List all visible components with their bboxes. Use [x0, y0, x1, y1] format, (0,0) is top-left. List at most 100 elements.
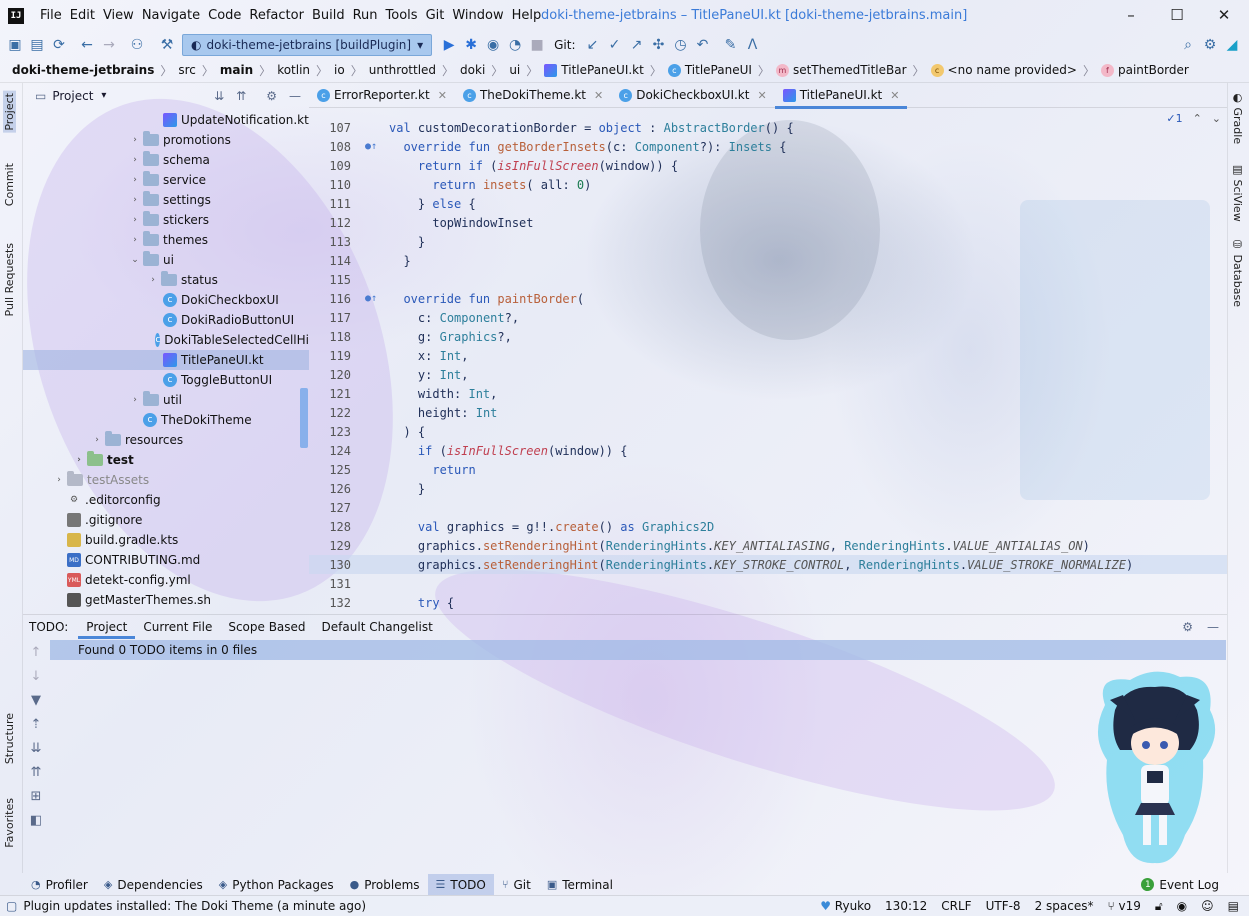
code-line[interactable]: 122 height: Int: [309, 403, 1227, 422]
sync-icon[interactable]: ⟳: [48, 34, 70, 56]
run-icon[interactable]: ▶: [438, 34, 460, 56]
event-log-tool-tab[interactable]: 1 Event Log: [1133, 874, 1227, 895]
coverage-icon[interactable]: ◉: [482, 34, 504, 56]
autoscroll-icon[interactable]: ⇡: [23, 712, 49, 736]
git-branch-indicator[interactable]: ⑂ v19: [1107, 899, 1140, 913]
chevron-right-icon[interactable]: ›: [129, 235, 141, 245]
todo-tab-default-changelist[interactable]: Default Changelist: [314, 615, 441, 639]
line-number[interactable]: 132: [309, 596, 353, 610]
terminal-tool-tab[interactable]: ▣ Terminal: [539, 874, 621, 895]
antlr-icon[interactable]: Λ: [742, 34, 764, 56]
filter-icon[interactable]: ▼: [23, 688, 49, 712]
hide-panel-icon[interactable]: —: [289, 89, 301, 103]
code-line[interactable]: 109 return if (isInFullScreen(window)) {: [309, 156, 1227, 175]
chevron-down-icon[interactable]: ▾: [101, 90, 106, 101]
menu-window[interactable]: Window: [448, 8, 507, 23]
breadcrumb-item[interactable]: kotlin: [277, 63, 310, 77]
build-hammer-icon[interactable]: ⚒: [156, 34, 178, 56]
code-line[interactable]: 130 graphics.setRenderingHint(RenderingH…: [309, 555, 1227, 574]
search-icon[interactable]: ⌕: [1177, 34, 1199, 56]
tree-item[interactable]: › schema: [23, 150, 309, 170]
settings-gear-icon[interactable]: ⚙: [1199, 34, 1221, 56]
breadcrumb-item[interactable]: c <no name provided>: [930, 63, 1077, 77]
status-message[interactable]: ▢ Plugin updates installed: The Doki The…: [6, 899, 366, 913]
chevron-right-icon[interactable]: ›: [129, 215, 141, 225]
code-line[interactable]: 126 }: [309, 479, 1227, 498]
code-line[interactable]: 128 val graphics = g!!.create() as Graph…: [309, 517, 1227, 536]
menu-code[interactable]: Code: [204, 8, 245, 23]
arrow-down-icon[interactable]: ↓: [23, 664, 49, 688]
menu-git[interactable]: Git: [422, 8, 449, 23]
collapse-all-icon[interactable]: ⇈: [23, 760, 49, 784]
code-line[interactable]: 127: [309, 498, 1227, 517]
user-dropdown-icon[interactable]: ⚇: [126, 34, 148, 56]
code-line[interactable]: 112 topWindowInset: [309, 213, 1227, 232]
tree-item[interactable]: c TheDokiTheme: [23, 410, 309, 430]
settings-gear-icon[interactable]: ⚙: [1182, 620, 1193, 634]
code-line[interactable]: 118 g: Graphics?,: [309, 327, 1227, 346]
debug-icon[interactable]: ✱: [460, 34, 482, 56]
tree-item[interactable]: › themes: [23, 230, 309, 250]
history-icon[interactable]: ◷: [670, 34, 692, 56]
edit-config-icon[interactable]: ✎: [720, 34, 742, 56]
sciview-tool-tab[interactable]: ▤ SciView: [1231, 163, 1244, 222]
code-line[interactable]: 132 try {: [309, 593, 1227, 612]
override-marker-icon[interactable]: ●↑: [353, 293, 389, 304]
chevron-right-icon[interactable]: ›: [91, 435, 103, 445]
line-number[interactable]: 107: [309, 121, 353, 135]
override-marker-icon[interactable]: ●↑: [353, 141, 389, 152]
hide-panel-icon[interactable]: —: [1207, 620, 1219, 634]
lock-icon[interactable]: 🔓︎: [1155, 899, 1163, 914]
file-encoding[interactable]: UTF-8: [986, 899, 1021, 913]
close-tab-icon[interactable]: ✕: [890, 89, 899, 102]
problems-tool-tab[interactable]: ● Problems: [342, 874, 428, 895]
line-number[interactable]: 109: [309, 159, 353, 173]
project-tool-tab[interactable]: Project: [3, 91, 16, 133]
tree-item[interactable]: › service: [23, 170, 309, 190]
breadcrumb-item[interactable]: main: [220, 63, 253, 77]
back-arrow-icon[interactable]: ←: [76, 34, 98, 56]
todo-result-row[interactable]: Found 0 TODO items in 0 files: [50, 640, 1226, 660]
line-number[interactable]: 131: [309, 577, 353, 591]
intellij-logo-icon[interactable]: IJ: [8, 7, 24, 24]
caret-position[interactable]: 130:12: [885, 899, 927, 913]
line-number[interactable]: 120: [309, 368, 353, 382]
expand-all-icon[interactable]: ⇊: [214, 89, 224, 103]
commit-tool-tab[interactable]: Commit: [3, 163, 16, 206]
hector-icon[interactable]: ☺: [1201, 899, 1214, 913]
preview-icon[interactable]: ◧: [23, 808, 49, 832]
line-number[interactable]: 110: [309, 178, 353, 192]
menu-build[interactable]: Build: [308, 8, 349, 23]
line-number[interactable]: 116: [309, 292, 353, 306]
theme-indicator[interactable]: ♥ Ryuko: [820, 899, 871, 913]
line-number[interactable]: 108: [309, 140, 353, 154]
chevron-down-icon[interactable]: ⌄: [129, 255, 141, 265]
tree-item[interactable]: › stickers: [23, 210, 309, 230]
menu-help[interactable]: Help: [508, 8, 546, 23]
breadcrumb-item[interactable]: unthrottled: [369, 63, 436, 77]
profiler-tool-tab[interactable]: ◔ Profiler: [23, 874, 96, 895]
code-line[interactable]: 117 c: Component?,: [309, 308, 1227, 327]
line-number[interactable]: 113: [309, 235, 353, 249]
breadcrumb-item[interactable]: TitlePaneUI.kt: [544, 63, 644, 77]
open-folder-icon[interactable]: ▣: [4, 34, 26, 56]
favorites-tool-tab[interactable]: Favorites: [3, 798, 16, 848]
line-number[interactable]: 125: [309, 463, 353, 477]
breadcrumb-item[interactable]: src: [178, 63, 196, 77]
chevron-right-icon[interactable]: ›: [129, 135, 141, 145]
editor-tab[interactable]: c DokiCheckboxUI.kt ✕: [611, 83, 774, 108]
chevron-right-icon[interactable]: ›: [129, 155, 141, 165]
code-line[interactable]: 110 return insets( all: 0): [309, 175, 1227, 194]
run-configuration-selector[interactable]: ◐ doki-theme-jetbrains [buildPlugin] ▾: [182, 33, 433, 56]
breadcrumb-item[interactable]: c TitlePaneUI: [667, 63, 752, 77]
code-line[interactable]: 114 }: [309, 251, 1227, 270]
tree-item[interactable]: c ToggleButtonUI: [23, 370, 309, 390]
breadcrumb-item[interactable]: doki: [460, 63, 485, 77]
editor-tab-active[interactable]: TitlePaneUI.kt ✕: [774, 83, 908, 109]
code-line[interactable]: 116 ●↑ override fun paintBorder(: [309, 289, 1227, 308]
close-tab-icon[interactable]: ✕: [438, 89, 447, 102]
line-number[interactable]: 130: [309, 558, 353, 572]
editor-tab[interactable]: c TheDokiTheme.kt ✕: [455, 83, 611, 108]
line-number[interactable]: 112: [309, 216, 353, 230]
tree-item[interactable]: › test: [23, 450, 309, 470]
